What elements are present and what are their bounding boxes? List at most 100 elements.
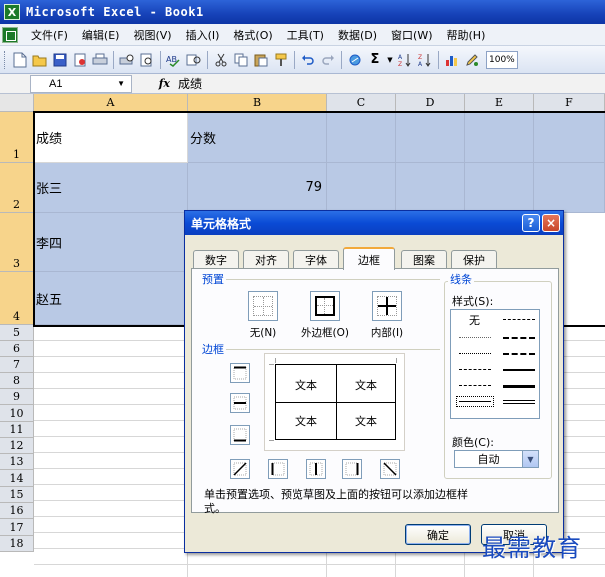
row-header-18[interactable]: 18 — [0, 536, 34, 552]
column-header-d[interactable]: D — [396, 94, 465, 112]
menu-format[interactable]: 格式(O) — [226, 27, 279, 43]
copy-icon[interactable] — [232, 51, 250, 69]
cell-a3[interactable]: 李四 — [34, 213, 188, 272]
row-header-4[interactable]: 4 — [0, 272, 34, 325]
workbook-icon[interactable] — [2, 26, 18, 43]
ok-button[interactable]: 确定 — [405, 524, 471, 545]
zoom-combo[interactable]: 100% — [486, 50, 518, 69]
permission-icon[interactable] — [71, 51, 89, 69]
menu-help[interactable]: 帮助(H) — [440, 27, 493, 43]
line-style-option[interactable] — [503, 385, 535, 388]
row-header-5[interactable]: 5 — [0, 325, 34, 341]
menu-file[interactable]: 文件(F) — [24, 27, 75, 43]
print-icon[interactable] — [91, 51, 109, 69]
line-style-option[interactable] — [503, 369, 535, 371]
line-style-selected[interactable] — [456, 396, 494, 407]
cell-a4[interactable]: 赵五 — [34, 272, 188, 325]
research-icon[interactable] — [185, 51, 203, 69]
print-preview-magnifier-icon[interactable] — [138, 51, 156, 69]
cut-icon[interactable] — [212, 51, 230, 69]
line-style-list[interactable]: 无 — [450, 309, 540, 419]
row-header-7[interactable]: 7 — [0, 357, 34, 373]
paste-icon[interactable] — [252, 51, 270, 69]
cell-d1[interactable] — [396, 112, 465, 163]
style-none-text[interactable]: 无 — [469, 312, 480, 328]
chart-wizard-icon[interactable] — [443, 51, 461, 69]
hyperlink-icon[interactable] — [346, 51, 364, 69]
print-preview-icon[interactable] — [118, 51, 136, 69]
row-header-6[interactable]: 6 — [0, 341, 34, 357]
row-header-13[interactable]: 13 — [0, 454, 34, 470]
autosum-icon[interactable]: Σ — [366, 51, 384, 69]
row-header-15[interactable]: 15 — [0, 487, 34, 503]
row-header-3[interactable]: 3 — [0, 213, 34, 272]
row-header-12[interactable]: 12 — [0, 438, 34, 454]
spelling-icon[interactable]: AB — [165, 51, 183, 69]
preset-none-button[interactable] — [248, 291, 278, 321]
save-icon[interactable] — [51, 51, 69, 69]
preset-inside-button[interactable] — [372, 291, 402, 321]
close-button[interactable]: × — [542, 214, 560, 232]
border-top-button[interactable] — [230, 363, 250, 383]
menu-window[interactable]: 窗口(W) — [384, 27, 439, 43]
cell-c2[interactable] — [327, 163, 396, 213]
row-header-17[interactable]: 17 — [0, 519, 34, 536]
row-header-2[interactable]: 2 — [0, 163, 34, 213]
line-style-option[interactable] — [503, 337, 535, 339]
format-painter-icon[interactable] — [272, 51, 290, 69]
preset-outline-button[interactable] — [310, 291, 340, 321]
line-style-option[interactable] — [459, 337, 491, 338]
menu-insert[interactable]: 插入(I) — [179, 27, 227, 43]
row-header-1[interactable]: 1 — [0, 112, 34, 163]
help-button[interactable]: ? — [522, 214, 540, 232]
tab-protection[interactable]: 保护 — [451, 250, 497, 269]
chevron-down-icon[interactable]: ▼ — [117, 79, 125, 88]
border-middle-vertical-button[interactable] — [306, 459, 326, 479]
chevron-down-icon[interactable]: ▼ — [522, 451, 538, 467]
row-header-10[interactable]: 10 — [0, 405, 34, 422]
row-header-11[interactable]: 11 — [0, 422, 34, 438]
menu-edit[interactable]: 编辑(E) — [75, 27, 127, 43]
new-icon[interactable] — [11, 51, 29, 69]
row-header-9[interactable]: 9 — [0, 389, 34, 405]
border-middle-horizontal-button[interactable] — [230, 393, 250, 413]
tab-font[interactable]: 字体 — [293, 250, 339, 269]
cell-c1[interactable] — [327, 112, 396, 163]
column-header-e[interactable]: E — [465, 94, 534, 112]
autosum-dropdown-icon[interactable]: ▼ — [386, 51, 394, 69]
tab-patterns[interactable]: 图案 — [401, 250, 447, 269]
column-header-a[interactable]: A — [34, 94, 188, 112]
toolbar-grip[interactable] — [4, 50, 7, 69]
excel-app-icon[interactable]: X — [4, 4, 20, 20]
drawing-icon[interactable] — [463, 51, 481, 69]
line-style-option[interactable] — [503, 400, 535, 404]
menu-data[interactable]: 数据(D) — [331, 27, 384, 43]
cell-b1[interactable]: 分数 — [188, 112, 327, 163]
dialog-title-bar[interactable]: 单元格格式 ? × — [185, 211, 563, 235]
cell-f1[interactable] — [534, 112, 605, 163]
formula-input[interactable]: 成绩 — [176, 75, 202, 92]
line-style-option[interactable] — [459, 385, 491, 386]
column-header-f[interactable]: F — [534, 94, 605, 112]
border-right-button[interactable] — [342, 459, 362, 479]
sort-ascending-icon[interactable]: AZ — [396, 51, 414, 69]
border-diagonal-down-button[interactable] — [380, 459, 400, 479]
color-select[interactable]: 自动 ▼ — [454, 450, 539, 468]
line-style-option[interactable] — [503, 353, 535, 355]
select-all-corner[interactable] — [0, 94, 34, 112]
row-header-8[interactable]: 8 — [0, 373, 34, 389]
line-style-option[interactable] — [503, 319, 535, 320]
tab-border[interactable]: 边框 — [343, 247, 395, 270]
cell-a1[interactable]: 成绩 — [34, 112, 188, 163]
cell-a2[interactable]: 张三 — [34, 163, 188, 213]
redo-icon[interactable] — [319, 51, 337, 69]
cell-d2[interactable] — [396, 163, 465, 213]
cell-f2[interactable] — [534, 163, 605, 213]
name-box[interactable]: A1 ▼ — [30, 74, 132, 93]
row-header-16[interactable]: 16 — [0, 503, 34, 519]
sort-descending-icon[interactable]: ZA — [416, 51, 434, 69]
undo-icon[interactable] — [299, 51, 317, 69]
menu-tools[interactable]: 工具(T) — [280, 27, 331, 43]
border-bottom-button[interactable] — [230, 425, 250, 445]
cell-b2[interactable]: 79 — [188, 163, 327, 213]
